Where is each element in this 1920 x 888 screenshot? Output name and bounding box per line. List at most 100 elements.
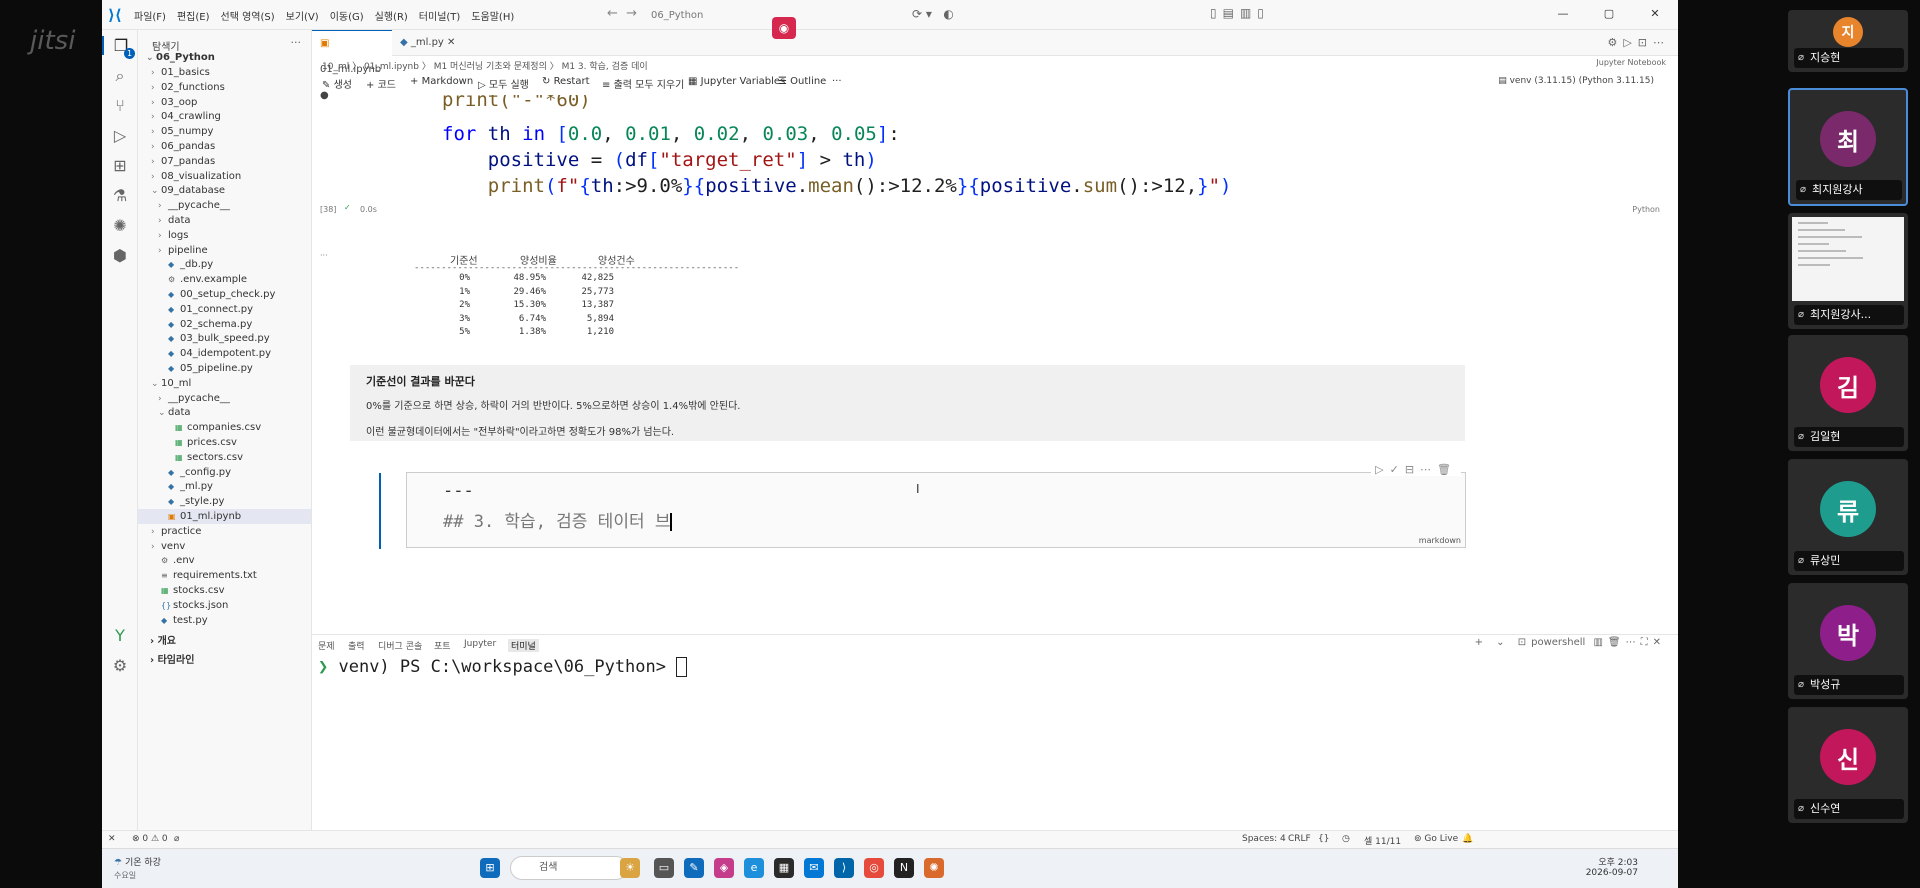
- search-icon[interactable]: ⌕: [102, 66, 138, 86]
- tree-item[interactable]: › pipeline: [138, 243, 311, 258]
- store-icon[interactable]: ✎: [684, 858, 704, 878]
- tree-item[interactable]: ◆ test.py: [138, 613, 311, 628]
- clock[interactable]: 오후 2:03 2026-09-07: [1586, 855, 1638, 878]
- markdown-cell-rendered[interactable]: 기준선이 결과를 바꾼다 0%를 기준으로 하면 상승, 하락이 거의 반반이다…: [350, 365, 1465, 441]
- panel-tab[interactable]: 터미널: [508, 639, 539, 652]
- notion-icon[interactable]: N: [894, 858, 914, 878]
- code-line-for[interactable]: for th in [0.0, 0.01, 0.02, 0.03, 0.05]:: [442, 123, 900, 145]
- restart-button[interactable]: ↻ Restart: [542, 76, 590, 87]
- tree-item[interactable]: ▦ companies.csv: [138, 420, 311, 435]
- tree-item[interactable]: ▣ 01_ml.ipynb: [138, 509, 311, 524]
- tab-ml-py[interactable]: ◆ _ml.py ✕: [392, 30, 462, 56]
- tree-item[interactable]: ⌄ 10_ml: [138, 376, 311, 391]
- more-actions-icon[interactable]: ···: [291, 36, 302, 49]
- cell-language[interactable]: Python: [1632, 205, 1660, 214]
- tree-item[interactable]: › practice: [138, 524, 311, 539]
- participant-tile[interactable]: 류 ⌀ 류상민: [1788, 459, 1908, 575]
- go-live-button[interactable]: ⊚ Go Live: [1414, 834, 1458, 844]
- add-terminal-icon[interactable]: + ⌄: [1475, 637, 1510, 648]
- tree-item[interactable]: ⌄ 09_database: [138, 183, 311, 198]
- tree-item[interactable]: ⌄ data: [138, 405, 311, 420]
- tree-item[interactable]: › 06_pandas: [138, 139, 311, 154]
- explorer-icon[interactable]: ❐ 1: [102, 36, 138, 59]
- menu-item[interactable]: 파일(F): [134, 8, 166, 23]
- menu-item[interactable]: 선택 영역(S): [221, 8, 275, 23]
- menu-item[interactable]: 보기(V): [286, 8, 319, 23]
- participant-tile[interactable]: ⌀ 최지원강사...: [1788, 213, 1908, 329]
- outlook-icon[interactable]: ✉: [804, 858, 824, 878]
- close-icon[interactable]: ✕: [1632, 0, 1678, 30]
- tree-item[interactable]: ◆ 03_bulk_speed.py: [138, 331, 311, 346]
- widgets-icon[interactable]: ☀: [620, 858, 640, 878]
- eol-indicator[interactable]: CRLF: [1288, 834, 1311, 844]
- bell-icon[interactable]: 🔔: [1462, 834, 1473, 844]
- tree-item[interactable]: ▦ prices.csv: [138, 435, 311, 450]
- panel-tab[interactable]: 디버그 콘솔: [378, 639, 422, 652]
- tree-item[interactable]: › 07_pandas: [138, 154, 311, 169]
- bell-slash-icon[interactable]: ⌀: [174, 834, 179, 844]
- kernel-picker[interactable]: ▤ venv (3.11.15) (Python 3.11.15): [1498, 76, 1654, 86]
- tree-item[interactable]: ◆ 05_pipeline.py: [138, 361, 311, 376]
- code-line-positive[interactable]: positive = (df["target_ret"] > th): [442, 149, 877, 171]
- tree-item[interactable]: › 05_numpy: [138, 124, 311, 139]
- copilot-chat-icon[interactable]: Y: [102, 626, 138, 645]
- participant-tile[interactable]: 박 ⌀ 박성규: [1788, 583, 1908, 699]
- tree-item[interactable]: › venv: [138, 539, 311, 554]
- tab-01-ml-ipynb[interactable]: ▣ 01_ml.ipynb ●: [312, 30, 392, 101]
- tree-item[interactable]: ▦ sectors.csv: [138, 450, 311, 465]
- chrome-icon[interactable]: ◎: [864, 858, 884, 878]
- taskbar-search[interactable]: 검색: [510, 856, 628, 880]
- terminal-prompt[interactable]: ❯ venv) PS C:\workspace\06_Python>: [318, 657, 688, 677]
- panel-split-icon[interactable]: ▥🗑⋯⛶✕: [1593, 637, 1666, 648]
- tree-item[interactable]: ◆ _config.py: [138, 465, 311, 480]
- editing-cell-language[interactable]: markdown: [1419, 536, 1461, 545]
- clear-outputs-button[interactable]: ≡ 출력 모두 지우기: [602, 76, 684, 91]
- tree-item[interactable]: ◆ 01_connect.py: [138, 302, 311, 317]
- add-markdown-button[interactable]: + Markdown: [410, 76, 473, 87]
- source-control-icon[interactable]: ⑂: [102, 96, 138, 115]
- snowflake-icon[interactable]: ✺: [102, 216, 138, 235]
- panel-tab[interactable]: 출력: [348, 639, 365, 652]
- settings-gear-icon[interactable]: ⚙: [102, 656, 138, 675]
- variables-button[interactable]: ▦ Jupyter Variables: [688, 76, 785, 87]
- remote-icon[interactable]: ✕: [108, 834, 116, 844]
- menu-item[interactable]: 터미널(T): [419, 8, 461, 23]
- edge-icon[interactable]: e: [744, 858, 764, 878]
- vscode-taskbar-icon[interactable]: ⟩: [834, 858, 854, 878]
- tree-item[interactable]: ⚙ .env: [138, 553, 311, 568]
- participant-tile[interactable]: 최 ⌀ 최지원강사: [1788, 88, 1908, 206]
- explorer-app-icon[interactable]: ▦: [774, 858, 794, 878]
- tree-item[interactable]: ◆ 00_setup_check.py: [138, 287, 311, 302]
- menu-item[interactable]: 이동(G): [330, 8, 364, 23]
- tree-root[interactable]: ⌄ 06_Python: [146, 50, 215, 65]
- tree-item[interactable]: › __pycache__: [138, 198, 311, 213]
- terminal-shell-icon[interactable]: ⊡: [1518, 637, 1531, 648]
- claude-icon[interactable]: ✺: [924, 858, 944, 878]
- toolbar-more-icon[interactable]: ···: [832, 76, 842, 87]
- tree-item[interactable]: ▦ stocks.csv: [138, 583, 311, 598]
- copilot-icon[interactable]: ⟳ ▾ ◐: [912, 7, 954, 21]
- menu-item[interactable]: 실행(R): [375, 8, 408, 23]
- record-icon[interactable]: ◉: [772, 17, 796, 39]
- output-more-icon[interactable]: ···: [320, 251, 328, 260]
- start-icon[interactable]: ⊞: [480, 858, 500, 878]
- app-icon[interactable]: ◈: [714, 858, 734, 878]
- tree-item[interactable]: › 01_basics: [138, 65, 311, 80]
- minimize-icon[interactable]: —: [1540, 0, 1586, 30]
- tree-item[interactable]: ◆ _style.py: [138, 494, 311, 509]
- tab-close-icon[interactable]: ✕: [447, 37, 455, 48]
- editor-actions-icon[interactable]: ⚙▷⊡⋯: [1607, 36, 1670, 49]
- python-icon[interactable]: ⬢: [102, 246, 138, 265]
- outline-section[interactable]: › 개요: [150, 632, 176, 647]
- nav-arrows-icon[interactable]: ← →: [607, 6, 637, 21]
- run-debug-icon[interactable]: ▷: [102, 126, 138, 145]
- tree-item[interactable]: › logs: [138, 228, 311, 243]
- maximize-icon[interactable]: ▢: [1586, 0, 1632, 30]
- tree-item[interactable]: › 08_visualization: [138, 169, 311, 184]
- layout-controls-icon[interactable]: ▯▤▥▯: [1210, 6, 1270, 20]
- tree-item[interactable]: › 02_functions: [138, 80, 311, 95]
- tree-item[interactable]: ◆ 04_idempotent.py: [138, 346, 311, 361]
- tree-item[interactable]: › 03_oop: [138, 95, 311, 110]
- generate-button[interactable]: ✎ 생성: [322, 76, 352, 91]
- outline-button[interactable]: ☰ Outline: [778, 76, 826, 87]
